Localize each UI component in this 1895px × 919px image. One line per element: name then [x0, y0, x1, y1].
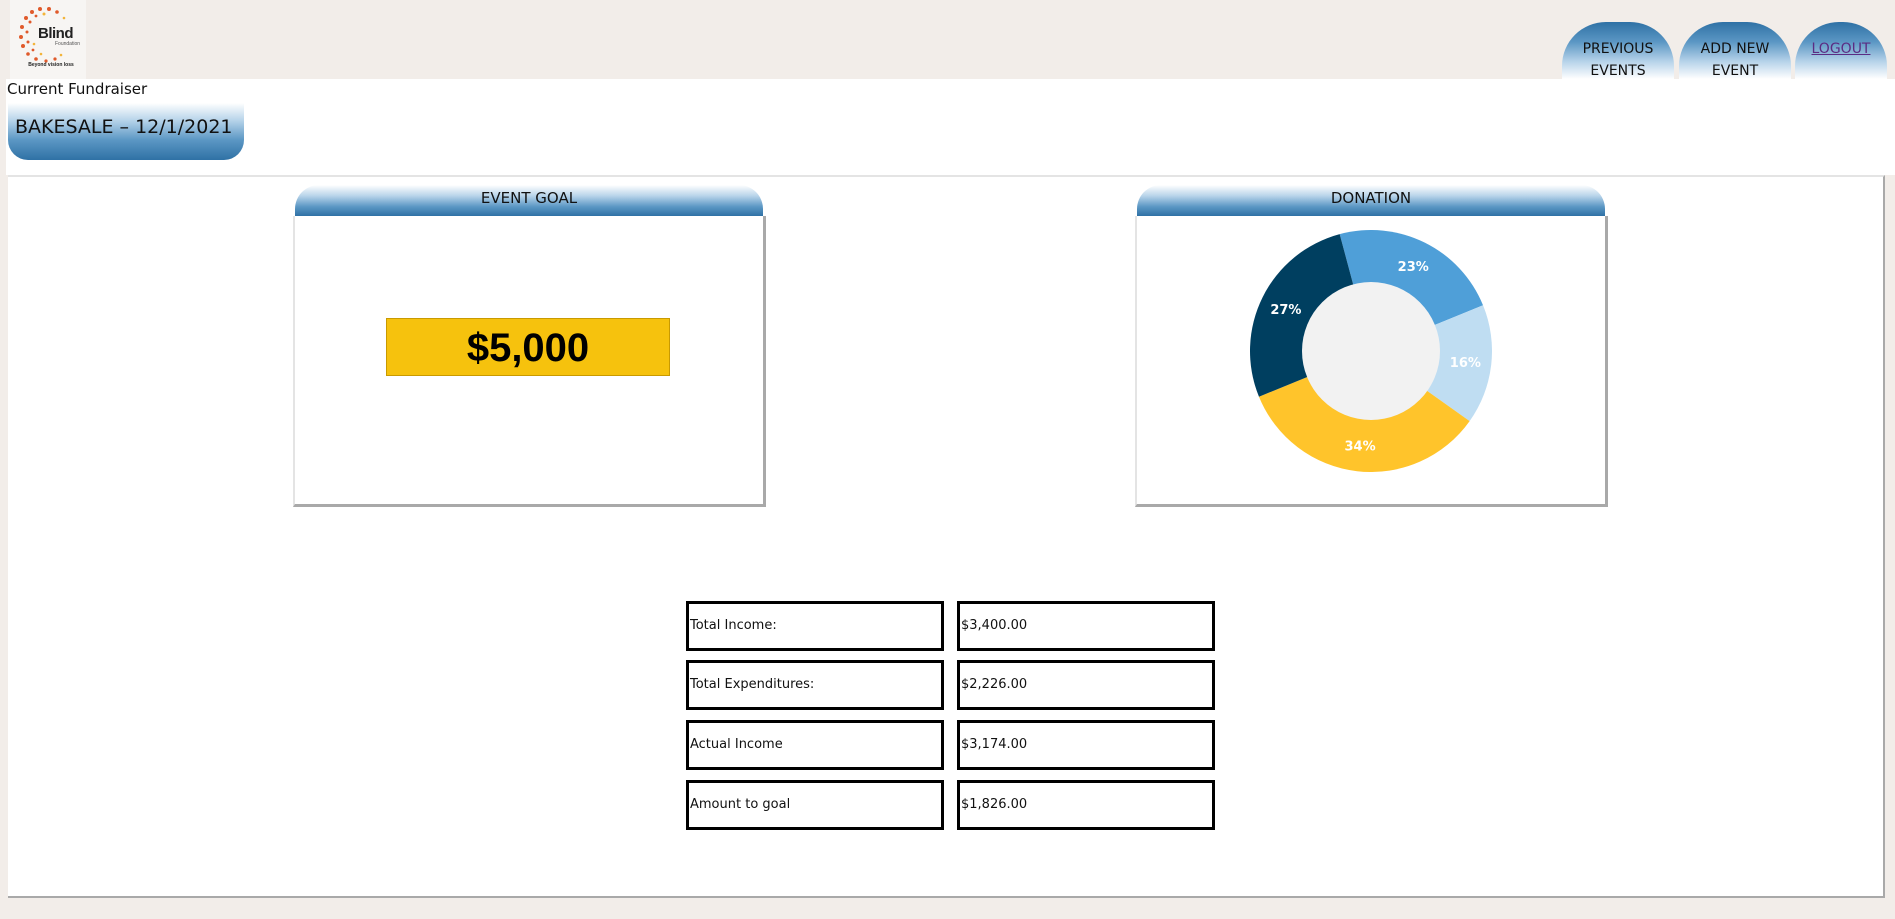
logo-tagline: Beyond vision loss [28, 62, 74, 68]
actual-income-value: $3,174.00 [957, 720, 1215, 770]
total-expenditures-label: Total Expenditures: [686, 660, 944, 710]
amount-to-goal-label: Amount to goal [686, 780, 944, 830]
total-income-value: $3,400.00 [957, 601, 1215, 651]
donation-donut-chart: 23% 16% 34% 27% [1250, 230, 1492, 472]
donation-header: DONATION [1137, 185, 1605, 216]
donut-label-4: 27% [1270, 303, 1301, 318]
current-fundraiser-label: Current Fundraiser [7, 80, 148, 98]
donut-label-3: 34% [1345, 439, 1376, 454]
total-income-label: Total Income: [686, 601, 944, 651]
logout-button[interactable]: LOGOUT [1795, 22, 1887, 79]
logo-wordmark: Blind [38, 25, 74, 42]
current-event-title: BAKESALE – 12/1/2021 [8, 103, 244, 160]
event-goal-header: EVENT GOAL [295, 185, 763, 216]
donut-label-1: 23% [1398, 260, 1429, 275]
logout-link[interactable]: LOGOUT [1812, 41, 1871, 57]
previous-events-button[interactable]: PREVIOUS EVENTS [1562, 22, 1674, 79]
amount-to-goal-value: $1,826.00 [957, 780, 1215, 830]
add-new-event-button[interactable]: ADD NEW EVENT [1679, 22, 1791, 79]
total-expenditures-value: $2,226.00 [957, 660, 1215, 710]
logo-subword: Foundation [55, 41, 81, 47]
donut-label-2: 16% [1450, 356, 1481, 371]
donut-center [1302, 282, 1440, 420]
previous-events-label: PREVIOUS EVENTS [1582, 41, 1654, 79]
event-goal-amount: $5,000 [386, 318, 670, 376]
blind-foundation-logo: Blind Foundation Beyond vision loss [10, 0, 86, 80]
header-band [6, 79, 1895, 175]
add-new-event-label: ADD NEW EVENT [1700, 41, 1770, 79]
actual-income-label: Actual Income [686, 720, 944, 770]
